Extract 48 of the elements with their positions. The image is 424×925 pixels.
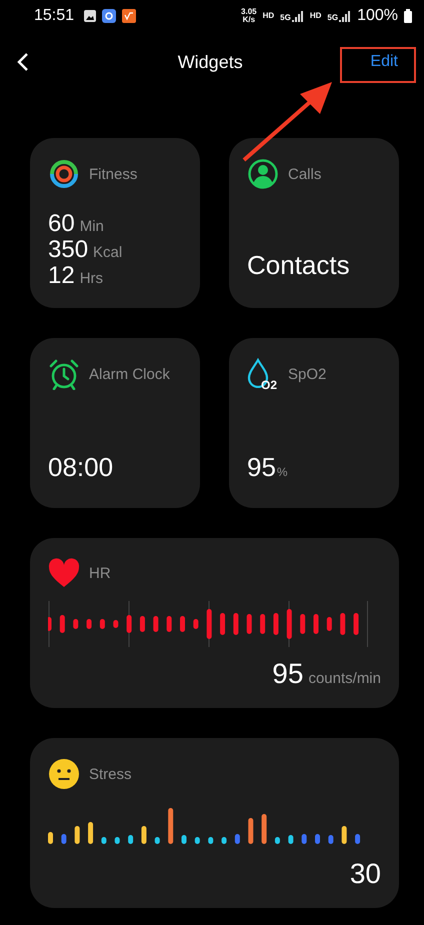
battery-level: 100% <box>357 7 398 25</box>
card-title: Fitness <box>89 166 138 182</box>
battery-icon <box>404 9 412 23</box>
value-unit: % <box>276 465 288 479</box>
card-value: 30 <box>350 860 381 888</box>
card-value: 95 <box>247 454 276 480</box>
fitness-card[interactable]: Fitness 60 Min 350 Kcal 12 Hrs <box>30 138 200 308</box>
card-value: 08:00 <box>48 454 114 480</box>
signal-icon <box>292 10 304 22</box>
alarm-card[interactable]: Alarm Clock 08:00 <box>30 338 200 508</box>
card-value: 95 <box>272 660 304 688</box>
rings-icon <box>48 158 80 190</box>
gallery-icon <box>84 10 96 22</box>
heart-rate-card[interactable]: HR 95 counts/min <box>30 538 399 708</box>
spo2-card[interactable]: O2 SpO2 95% <box>229 338 399 508</box>
card-title: SpO2 <box>288 366 326 382</box>
calls-card[interactable]: Calls Contacts <box>229 138 399 308</box>
person-icon <box>247 158 279 190</box>
value-unit: counts/min <box>308 670 381 687</box>
neutral-face-icon <box>48 758 80 790</box>
clock-time: 15:51 <box>34 7 74 25</box>
heart-icon <box>48 558 80 588</box>
app-icon <box>122 9 136 23</box>
icon-label: O2 <box>261 378 278 392</box>
card-title: Calls <box>288 166 322 182</box>
stat-value: 350 <box>48 238 88 262</box>
card-title: HR <box>89 564 111 582</box>
stat-value: 60 <box>48 212 75 236</box>
app-icon <box>102 9 116 23</box>
network-type: 5G <box>280 14 291 22</box>
page-title: Widgets <box>176 52 244 72</box>
back-icon[interactable] <box>16 52 30 72</box>
stat-value: 12 <box>48 264 75 288</box>
stat-unit: Hrs <box>80 270 104 287</box>
network-type: 5G <box>327 14 338 22</box>
stat-unit: Kcal <box>93 244 122 261</box>
network-type: HD <box>262 12 274 20</box>
network-speed: 3.05 <box>241 8 257 16</box>
signal-icon <box>339 10 352 22</box>
card-title: Stress <box>89 766 132 782</box>
stress-card[interactable]: Stress 30 <box>30 738 399 908</box>
network-type: HD <box>310 12 322 20</box>
edit-button[interactable]: Edit <box>360 47 408 77</box>
alarm-clock-icon <box>48 358 80 390</box>
card-title: Alarm Clock <box>89 366 170 382</box>
speed-unit: K/s <box>242 16 256 24</box>
card-value: Contacts <box>247 252 351 278</box>
stat-unit: Min <box>80 218 104 235</box>
